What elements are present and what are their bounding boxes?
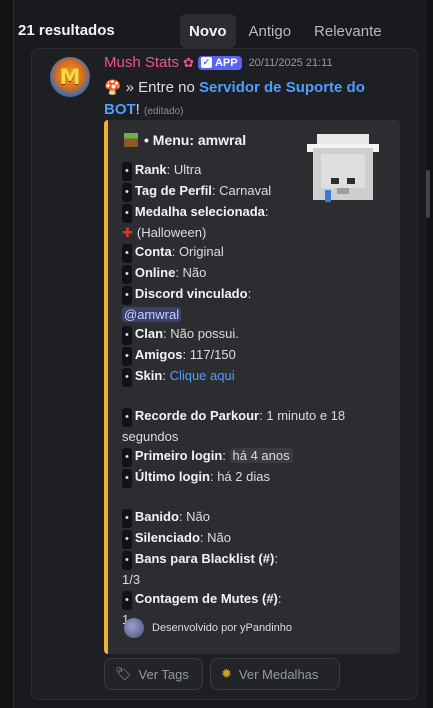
- check-icon: ✓: [200, 57, 212, 68]
- field-silenciado: • Silenciado: Não: [122, 528, 390, 549]
- skin-link[interactable]: Clique aqui: [170, 368, 235, 383]
- embed-title-text: • Menu: amwral: [144, 132, 247, 148]
- results-count: 21 resultados: [18, 22, 115, 39]
- footer-text: Desenvolvido por yPandinho: [152, 622, 293, 634]
- tab-relevante[interactable]: Relevante: [304, 14, 392, 48]
- view-tags-button[interactable]: 🏷 Ver Tags: [104, 658, 203, 690]
- medal-icon: ✹: [221, 666, 232, 681]
- message-header: Mush Stats ✿ ✓ APP 20/11/2025 21:11: [104, 54, 333, 71]
- embed-title: • Menu: amwral: [124, 132, 246, 148]
- field-online: • Online: Não: [122, 263, 390, 284]
- field-medalha: • Medalha selecionada: ✚ (Halloween): [122, 204, 269, 240]
- field-discord: • Discord vinculado: @amwral: [122, 286, 252, 322]
- edited-label: (editado): [144, 106, 184, 117]
- message-content: 🍄 » Entre no Servidor de Suporte do BOT!…: [104, 76, 404, 123]
- embed-fields: • Rank: Ultra • Tag de Perfil: Carnaval • M…: [122, 160, 390, 629]
- bot-avatar[interactable]: M: [50, 57, 90, 97]
- scrollbar-thumb[interactable]: [426, 170, 430, 218]
- field-ultimo-login: • Último login: há 2 dias: [122, 467, 390, 488]
- tab-novo[interactable]: Novo: [180, 14, 236, 48]
- developer-avatar: [124, 618, 144, 638]
- tag-icon: 🏷: [115, 666, 132, 681]
- app-tag: ✓ APP: [197, 55, 242, 70]
- field-skin: • Skin: Clique aqui: [122, 366, 390, 387]
- field-amigos: • Amigos: 117/150: [122, 345, 390, 366]
- message-timestamp[interactable]: 20/11/2025 21:11: [249, 57, 333, 69]
- field-parkour: • Recorde do Parkour: 1 minuto e 18 segun…: [122, 408, 346, 444]
- field-primeiro-login: • Primeiro login: há 4 anos: [122, 446, 390, 467]
- medal-icon: ✚: [122, 225, 133, 240]
- field-rank: • Rank: Ultra: [122, 160, 390, 181]
- view-medals-button[interactable]: ✹ Ver Medalhas: [210, 658, 340, 690]
- field-tag-perfil: • Tag de Perfil: Carnaval: [122, 181, 390, 202]
- sort-tabs: Novo Antigo Relevante: [180, 14, 395, 48]
- scrollbar-track[interactable]: [426, 0, 433, 708]
- discord-mention[interactable]: @amwral: [122, 307, 182, 322]
- embed-footer: Desenvolvido por yPandinho: [124, 618, 292, 638]
- field-bans-blacklist: • Bans para Blacklist (#): 1/3: [122, 551, 278, 587]
- grass-block-icon: [124, 133, 138, 147]
- field-conta: • Conta: Original: [122, 242, 390, 263]
- left-panel-edge: [0, 0, 14, 708]
- mushroom-icon: 🍄: [104, 79, 122, 95]
- message-prefix: » Entre no: [125, 79, 199, 96]
- flower-badge-icon: ✿: [183, 54, 194, 70]
- field-banido: • Banido: Não: [122, 507, 390, 528]
- app-tag-label: APP: [214, 56, 238, 69]
- tab-antigo[interactable]: Antigo: [239, 14, 302, 48]
- author-name[interactable]: Mush Stats: [104, 54, 179, 71]
- profile-embed: • Menu: amwral • Rank: Ultra • Tag de Perf…: [104, 120, 400, 654]
- field-clan: • Clan: Não possui.: [122, 324, 390, 345]
- message-suffix: !: [135, 101, 140, 118]
